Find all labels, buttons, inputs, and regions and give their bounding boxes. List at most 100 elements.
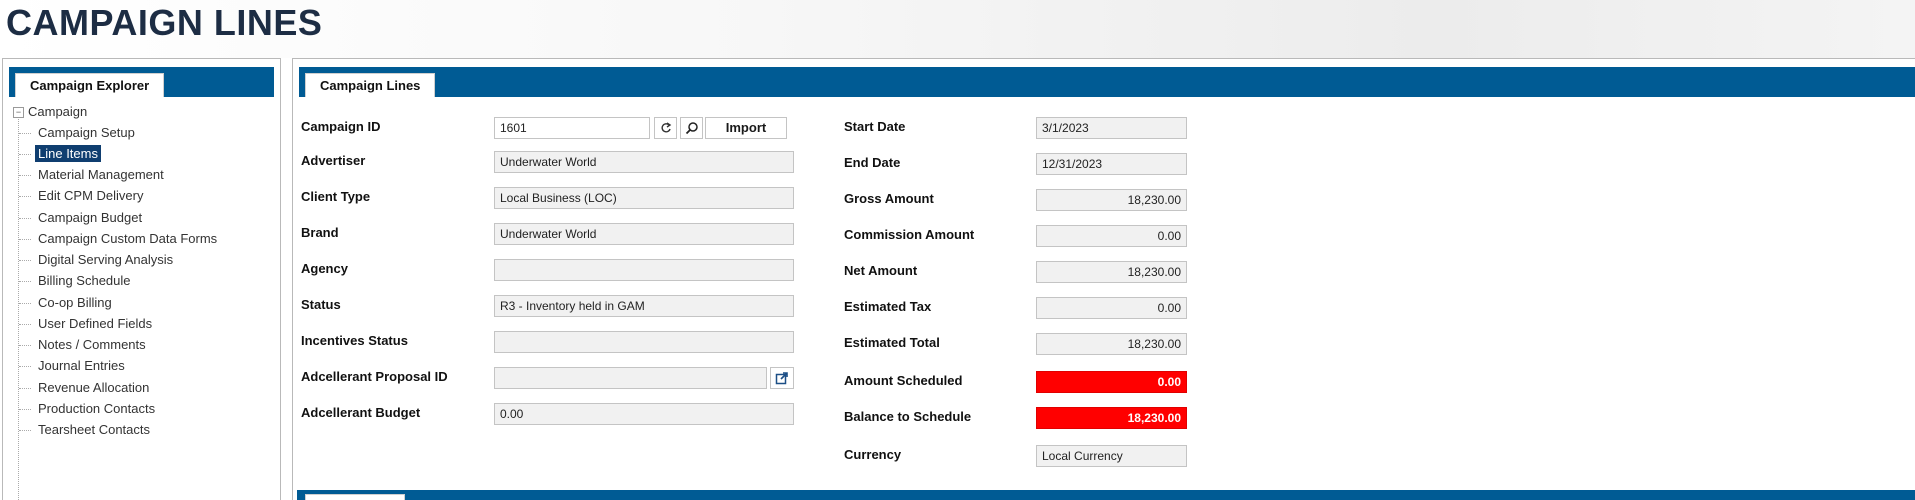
commission-amount-field[interactable]: 0.00 <box>1036 225 1187 247</box>
tab-campaign-explorer[interactable]: Campaign Explorer <box>15 73 165 97</box>
tree-connector <box>19 175 31 177</box>
tree-item-co-op-billing[interactable]: Co-op Billing <box>19 293 115 313</box>
page-header: CAMPAIGN LINES <box>0 0 1915 58</box>
tree-item-journal-entries[interactable]: Journal Entries <box>19 356 128 376</box>
end-date-label: End Date <box>844 155 901 170</box>
tree-connector <box>19 366 31 368</box>
advertiser-field[interactable]: Underwater World <box>494 151 794 173</box>
bottom-tab[interactable] <box>305 494 405 500</box>
adcellerant-budget-field[interactable]: 0.00 <box>494 403 794 425</box>
collapse-icon[interactable]: − <box>13 107 24 119</box>
campaign-tree: − Campaign Campaign Setup Line Items Mate… <box>9 99 280 500</box>
refresh-icon <box>661 122 672 133</box>
currency-field[interactable]: Local Currency <box>1036 445 1187 467</box>
open-proposal-button[interactable] <box>770 367 794 389</box>
bottom-tabbar <box>297 490 1915 500</box>
balance-to-schedule-field: 18,230.00 <box>1036 407 1187 429</box>
lines-tabbar: Campaign Lines <box>299 67 1915 97</box>
client-type-label: Client Type <box>301 189 371 204</box>
import-button[interactable]: Import <box>705 117 787 139</box>
campaign-lines-panel: Campaign Lines Campaign ID 1601 Import A… <box>292 58 1915 500</box>
incentives-status-field[interactable] <box>494 331 794 353</box>
tree-item-label: Line Items <box>35 145 101 162</box>
tree-item-label: Digital Serving Analysis <box>38 252 174 267</box>
tree-connector <box>19 303 31 305</box>
tree-item-revenue-allocation[interactable]: Revenue Allocation <box>19 378 152 398</box>
brand-field[interactable]: Underwater World <box>494 223 794 245</box>
end-date-field[interactable]: 12/31/2023 <box>1036 153 1187 175</box>
incentives-status-label: Incentives Status <box>301 333 408 348</box>
campaign-lines-form: Campaign ID 1601 Import Advertiser Under… <box>293 99 1915 500</box>
tree-item-tearsheet-contacts[interactable]: Tearsheet Contacts <box>19 420 153 440</box>
tab-campaign-lines[interactable]: Campaign Lines <box>305 73 436 97</box>
client-type-field[interactable]: Local Business (LOC) <box>494 187 794 209</box>
adcellerant-proposal-id-field[interactable] <box>494 367 767 389</box>
tree-item-user-defined-fields[interactable]: User Defined Fields <box>19 314 155 334</box>
explorer-tabbar: Campaign Explorer <box>9 67 274 97</box>
brand-label: Brand <box>301 225 339 240</box>
net-amount-label: Net Amount <box>844 263 918 278</box>
tree-connector <box>19 281 31 283</box>
tree-item-edit-cpm-delivery[interactable]: Edit CPM Delivery <box>19 186 146 206</box>
tree-connector <box>19 260 31 262</box>
tree-item-label: Campaign Setup <box>38 125 135 140</box>
tree-item-digital-serving-analysis[interactable]: Digital Serving Analysis <box>19 250 176 270</box>
agency-field[interactable] <box>494 259 794 281</box>
search-icon <box>685 122 698 135</box>
amount-scheduled-label: Amount Scheduled <box>844 373 963 388</box>
adcellerant-proposal-id-label: Adcellerant Proposal ID <box>301 369 448 384</box>
start-date-field[interactable]: 3/1/2023 <box>1036 117 1187 139</box>
tree-item-production-contacts[interactable]: Production Contacts <box>19 399 158 419</box>
tree-item-notes-comments[interactable]: Notes / Comments <box>19 335 149 355</box>
tree-connector <box>19 154 31 156</box>
tree-item-label: Co-op Billing <box>38 295 112 310</box>
search-button[interactable] <box>680 117 703 139</box>
tree-connector <box>19 409 31 411</box>
tree-item-label: Revenue Allocation <box>38 380 150 395</box>
net-amount-field[interactable]: 18,230.00 <box>1036 261 1187 283</box>
estimated-total-label: Estimated Total <box>844 335 940 350</box>
commission-amount-label: Commission Amount <box>844 227 975 242</box>
campaign-explorer-panel: Campaign Explorer − Campaign Campaign Set… <box>2 58 281 500</box>
tree-item-label: User Defined Fields <box>38 316 153 331</box>
external-link-icon <box>775 372 788 385</box>
tree-connector <box>19 388 31 390</box>
estimated-tax-field[interactable]: 0.00 <box>1036 297 1187 319</box>
tree-item-campaign-custom-data-forms[interactable]: Campaign Custom Data Forms <box>19 229 220 249</box>
gross-amount-label: Gross Amount <box>844 191 934 206</box>
tree-item-campaign-setup[interactable]: Campaign Setup <box>19 123 138 143</box>
tree-connector <box>19 218 31 220</box>
tree-item-campaign-budget[interactable]: Campaign Budget <box>19 208 145 228</box>
balance-to-schedule-label: Balance to Schedule <box>844 409 972 424</box>
campaign-id-label: Campaign ID <box>301 119 381 134</box>
amount-scheduled-field: 0.00 <box>1036 371 1187 393</box>
tree-root-campaign[interactable]: − Campaign <box>13 104 87 119</box>
tree-connector <box>19 239 31 241</box>
tree-item-label: Billing Schedule <box>38 273 131 288</box>
estimated-tax-label: Estimated Tax <box>844 299 932 314</box>
tree-root-label: Campaign <box>28 104 88 119</box>
status-label: Status <box>301 297 341 312</box>
tree-item-label: Material Management <box>38 167 164 182</box>
agency-label: Agency <box>301 261 348 276</box>
tree-item-label: Campaign Budget <box>38 210 143 225</box>
tree-connector <box>19 196 31 198</box>
tree-item-label: Campaign Custom Data Forms <box>38 231 218 246</box>
tree-item-billing-schedule[interactable]: Billing Schedule <box>19 271 134 291</box>
tree-item-label: Edit CPM Delivery <box>38 188 144 203</box>
status-field[interactable]: R3 - Inventory held in GAM <box>494 295 794 317</box>
tree-item-line-items[interactable]: Line Items <box>19 144 101 164</box>
tree-item-label: Production Contacts <box>38 401 156 416</box>
start-date-label: Start Date <box>844 119 906 134</box>
tree-item-label: Notes / Comments <box>38 337 146 352</box>
tree-connector <box>19 345 31 347</box>
advertiser-label: Advertiser <box>301 153 366 168</box>
tree-item-material-management[interactable]: Material Management <box>19 165 167 185</box>
estimated-total-field[interactable]: 18,230.00 <box>1036 333 1187 355</box>
gross-amount-field[interactable]: 18,230.00 <box>1036 189 1187 211</box>
refresh-button[interactable] <box>654 117 677 139</box>
campaign-id-field[interactable]: 1601 <box>494 117 650 139</box>
tree-connector <box>19 133 31 135</box>
tree-item-label: Tearsheet Contacts <box>38 422 151 437</box>
currency-label: Currency <box>844 447 902 462</box>
